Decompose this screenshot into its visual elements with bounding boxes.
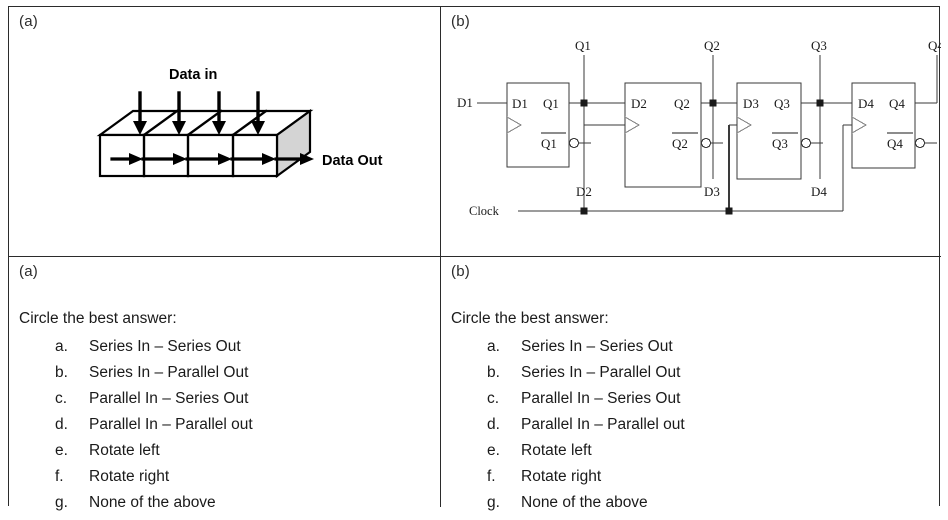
cell-figure-a: (a) Data in Data Out [9,7,440,256]
pin-label-q1-bar: Q1 [541,136,557,151]
option-g-text: None of the above [89,494,216,511]
junction-q1 [580,99,588,107]
question-a-prompt: Circle the best answer: [19,310,177,327]
pin-label-d3: D3 [743,96,759,111]
option-f-key: f. [487,468,496,485]
option-d-key: d. [487,416,500,433]
worksheet-page: (a) Data in Data Out (b) D1 D1 Q1 Q1 D2 … [0,0,948,511]
option-g-text: None of the above [521,494,648,511]
net-label-q2: Q2 [704,38,720,53]
pin-label-q2: Q2 [674,96,690,111]
figure-a-caption-top: Data in [169,67,217,83]
option-f[interactable]: f. Rotate right [55,468,475,494]
flipflop-4-qbar-bubble [914,137,926,149]
flipflop-3-qbar-bubble [800,137,812,149]
option-b-text: Series In – Parallel Out [521,364,681,381]
pin-label-d2: D2 [631,96,647,111]
option-e-key: e. [487,442,500,459]
option-e[interactable]: e. Rotate left [55,442,475,468]
junction-clock-1 [580,207,588,215]
option-d[interactable]: d. Parallel In – Parallel out [55,416,475,442]
pin-label-d4: D4 [858,96,874,111]
cell-question-a: (a) Circle the best answer: a. Series In… [9,257,440,511]
option-b-text: Series In – Parallel Out [89,364,249,381]
option-a-text: Series In – Series Out [89,338,241,355]
option-g-key: g. [55,494,68,511]
label-clock: Clock [469,204,500,218]
option-c[interactable]: c. Parallel In – Series Out [55,390,475,416]
option-c-key: c. [487,390,500,407]
net-label-q4: Q4 [928,38,941,53]
junction-q2 [709,99,717,107]
junction-clock-2 [725,207,733,215]
option-e-text: Rotate left [521,442,592,459]
option-f[interactable]: f. Rotate right [487,468,907,494]
option-c-text: Parallel In – Series Out [89,390,249,407]
question-table: (a) Data in Data Out (b) D1 D1 Q1 Q1 D2 … [8,6,941,511]
pin-label-q3: Q3 [774,96,790,111]
option-b[interactable]: b. Series In – Parallel Out [55,364,475,390]
option-e-text: Rotate left [89,442,160,459]
pin-label-q3-bar: Q3 [772,136,788,151]
option-a-key: a. [55,338,68,355]
option-e[interactable]: e. Rotate left [487,442,907,468]
option-a[interactable]: a. Series In – Series Out [55,338,475,364]
option-a-text: Series In – Series Out [521,338,673,355]
pin-label-d1: D1 [512,96,528,111]
pin-label-q1: Q1 [543,96,559,111]
pin-label-q2-bar: Q2 [672,136,688,151]
option-c-text: Parallel In – Series Out [521,390,681,407]
option-c-key: c. [55,390,68,407]
cell-question-b: (b) Circle the best answer: a. Series In… [441,257,941,511]
flipflop-1-qbar-bubble [568,137,580,149]
option-f-key: f. [55,468,64,485]
net-label-q3: Q3 [811,38,827,53]
net-label-q1: Q1 [575,38,591,53]
option-f-text: Rotate right [89,468,170,485]
cell-tag-a-question: (a) [19,263,38,280]
option-g[interactable]: g. None of the above [487,494,907,520]
option-d-text: Parallel In – Parallel out [521,416,685,433]
option-g[interactable]: g. None of the above [55,494,475,520]
pin-label-q4: Q4 [889,96,905,111]
option-e-key: e. [55,442,68,459]
d-flipflop-chain-diagram: D1 D1 Q1 Q1 D2 Q2 Q2 D3 Q3 Q3 D4 Q4 Q4 Q… [457,38,941,218]
option-g-key: g. [487,494,500,511]
figure-a-caption-right: Data Out [322,153,383,169]
option-f-text: Rotate right [521,468,602,485]
question-b-option-list: a. Series In – Series Out b. Series In –… [487,338,907,520]
option-c[interactable]: c. Parallel In – Series Out [487,390,907,416]
option-b-key: b. [55,364,68,381]
question-b-prompt: Circle the best answer: [451,310,609,327]
net-label-d2: D2 [576,184,592,199]
net-label-d4: D4 [811,184,827,199]
option-a-key: a. [487,338,500,355]
cell-figure-b: (b) D1 D1 Q1 Q1 D2 Q2 Q2 D3 Q3 Q3 D4 Q4 … [441,7,941,256]
pin-label-q4-bar: Q4 [887,136,903,151]
flipflop-2-qbar-bubble [700,137,712,149]
option-b[interactable]: b. Series In – Parallel Out [487,364,907,390]
option-b-key: b. [487,364,500,381]
shift-register-block-diagram: Data in Data Out [96,67,383,179]
option-d-text: Parallel In – Parallel out [89,416,253,433]
label-d1-input: D1 [457,95,473,110]
option-d-key: d. [55,416,68,433]
net-label-d3: D3 [704,184,720,199]
junction-q3 [816,99,824,107]
cell-tag-b-question: (b) [451,263,470,280]
question-a-option-list: a. Series In – Series Out b. Series In –… [55,338,475,520]
option-d[interactable]: d. Parallel In – Parallel out [487,416,907,442]
option-a[interactable]: a. Series In – Series Out [487,338,907,364]
